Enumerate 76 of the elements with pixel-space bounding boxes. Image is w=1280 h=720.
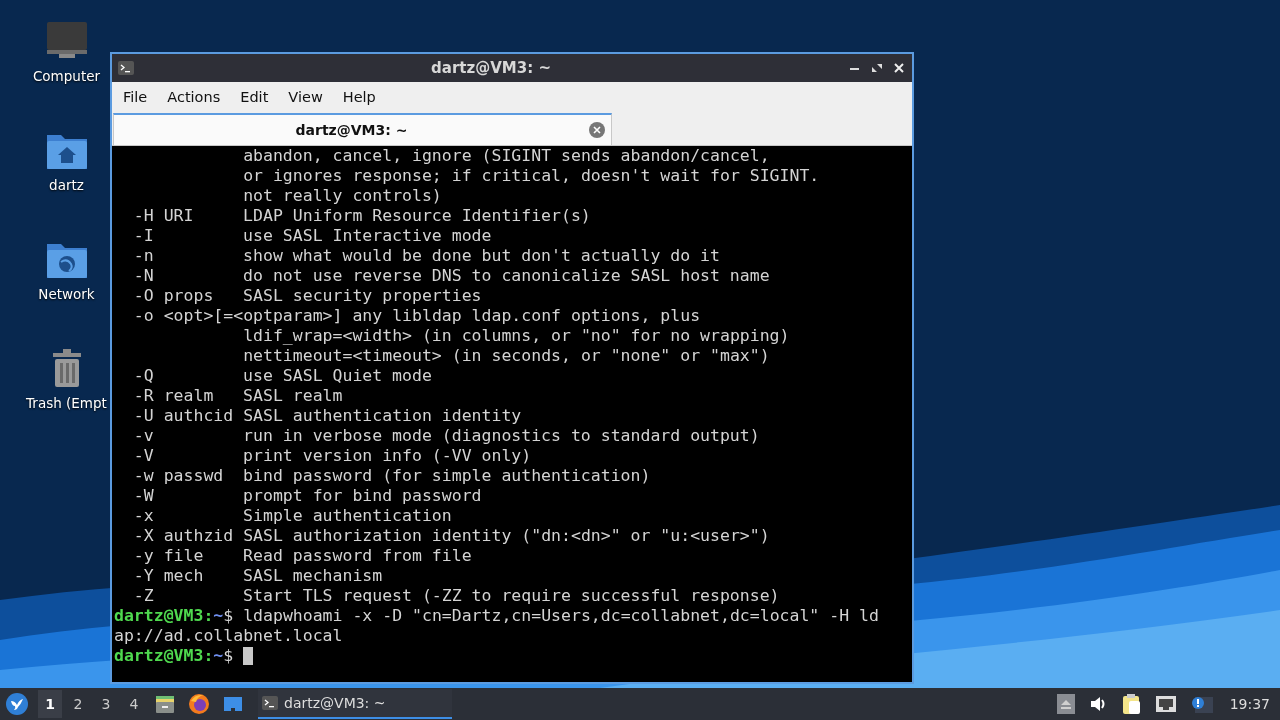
task-button[interactable]: dartz@VM3: ~ (258, 689, 452, 719)
option-description: bind password (for simple authentication) (243, 466, 651, 486)
option-description: use SASL Quiet mode (243, 366, 432, 386)
volume-icon[interactable] (1088, 695, 1107, 713)
option-description: Read password from file (243, 546, 472, 566)
option-description: show what would be done but don't actually do it (243, 246, 720, 266)
option-description: SASL security properties (243, 286, 482, 306)
file-cabinet-icon[interactable] (154, 693, 176, 715)
option-name-text: -N (133, 266, 155, 286)
option-name-text: -y file (133, 546, 205, 566)
option-name-text: -X authzid (133, 526, 234, 546)
option-name-text: -v (133, 426, 155, 446)
maximize-icon[interactable] (870, 61, 884, 75)
close-icon[interactable] (892, 61, 906, 75)
menu-item[interactable]: Edit (230, 85, 279, 108)
option-description: SASL realm (243, 386, 343, 406)
option-name-text: -W (133, 486, 155, 506)
network-wired-icon[interactable] (1154, 695, 1177, 713)
option-name-text: -R realm (133, 386, 215, 406)
terminal-text: or ignores response; if critical, doesn't wait for SIGINT. (243, 166, 820, 186)
option-description: LDAP Uniform Resource Identifier(s) (243, 206, 591, 226)
option-description: do not use reverse DNS to canonicalize SASL host name (243, 266, 770, 286)
terminal-text: not really controls) (243, 186, 442, 206)
workspace-button[interactable]: 1 (38, 690, 62, 718)
option-name-text: -x (133, 506, 155, 526)
option-description: Simple authentication (243, 506, 452, 526)
option-name-text: -O props (133, 286, 215, 306)
option-name-text: -Z (133, 586, 155, 606)
tab-label: dartz@VM3: ~ (294, 122, 409, 138)
menu-item[interactable]: View (278, 85, 333, 108)
eject-icon[interactable] (1056, 694, 1075, 714)
option-name-text: -I (133, 226, 155, 246)
notification-icon[interactable] (1190, 695, 1213, 713)
option-name-text: -w passwd (133, 466, 225, 486)
terminal-text: abandon, cancel, ignore (SIGINT sends abandon/cancel, (243, 146, 770, 166)
shell-prompt: dartz@VM3:~$ (114, 606, 235, 626)
option-description: use SASL Interactive mode (243, 226, 492, 246)
option-name-text: -o <opt>[=<optparam>] (133, 306, 343, 326)
option-name-text: -H URI (133, 206, 195, 226)
workspace-button[interactable]: 4 (122, 690, 146, 718)
clipboard-icon[interactable] (1120, 693, 1141, 715)
terminal-text: nettimeout=<timeout> (in seconds, or "none" or "max") (243, 346, 770, 366)
terminal-text: ldif_wrap=<width> (in columns, or "no" for no wrapping) (243, 326, 790, 346)
shell-prompt: dartz@VM3:~$ (114, 646, 235, 666)
desktop-icon-label[interactable]: Computer (32, 68, 101, 84)
option-description: Start TLS request (-ZZ to require successful response) (243, 586, 780, 606)
start-menu-icon[interactable] (6, 693, 28, 715)
terminal-icon[interactable] (118, 61, 134, 75)
command-text: ldapwhoami -x -D "cn=Dartz,cn=Users,dc=collabnet,dc=local" -H ld (243, 606, 879, 626)
terminal-icon (262, 696, 278, 710)
tab[interactable]: dartz@VM3: ~ (113, 113, 612, 145)
close-tab-icon[interactable] (589, 122, 605, 138)
desktop-icon-label[interactable]: Network (38, 286, 95, 302)
window-title: dartz@VM3: ~ (430, 59, 552, 77)
option-name-text: -Q (133, 366, 155, 386)
option-description: run in verbose mode (diagnostics to standard output) (243, 426, 760, 446)
option-description: SASL mechanism (243, 566, 383, 586)
option-description: any libldap ldap.conf options, plus (352, 306, 701, 326)
option-description: SASL authentication identity (243, 406, 522, 426)
option-description: SASL authorization identity ("dn:<dn>" or "u:<user>") (243, 526, 770, 546)
option-name-text: -Y mech (133, 566, 205, 586)
desktop-icon-label[interactable]: dartz (49, 177, 84, 193)
option-name-text: -n (133, 246, 155, 266)
option-name-text: -U authcid (133, 406, 234, 426)
menu-item[interactable]: Actions (157, 85, 231, 108)
workspace-button[interactable]: 3 (94, 690, 118, 718)
desktop-icon-label[interactable]: Trash (Empt (26, 395, 107, 411)
terminal-text: ap://ad.collabnet.local (114, 626, 343, 646)
browser-fox-icon[interactable] (188, 693, 210, 715)
option-description: print version info (-VV only) (243, 446, 532, 466)
workspace-button[interactable]: 2 (66, 690, 90, 718)
clock[interactable]: 19:37 (1229, 696, 1270, 712)
option-description: prompt for bind password (243, 486, 482, 506)
menu-item[interactable]: Help (332, 85, 386, 108)
menu-item[interactable]: File (113, 85, 158, 108)
option-name-text: -V (133, 446, 155, 466)
